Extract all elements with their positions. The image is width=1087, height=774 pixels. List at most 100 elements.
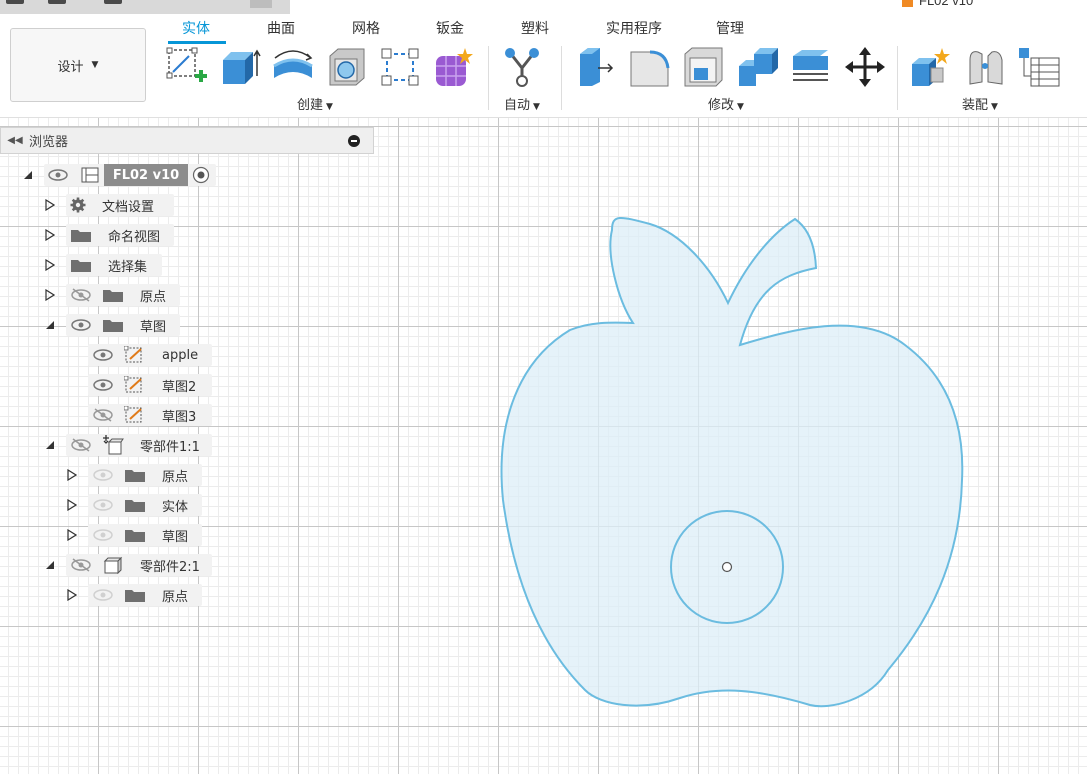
pattern-icon [381, 48, 419, 86]
tab-sheet-metal[interactable]: 钣金 [436, 18, 464, 38]
tab-plastic[interactable]: 塑料 [521, 18, 549, 38]
automated-modeling-button[interactable] [500, 44, 544, 90]
expand-triangle-icon[interactable] [44, 258, 56, 272]
tree-node[interactable]: apple [0, 344, 212, 366]
press-pull-button[interactable] [573, 44, 617, 90]
combine-icon [739, 48, 778, 86]
visibility-eye-icon[interactable] [71, 318, 91, 332]
tab-surface[interactable]: 曲面 [267, 18, 295, 38]
automated-modeling-icon [505, 48, 539, 87]
tree-node[interactable]: 原点 [0, 284, 180, 306]
visibility-eye-icon[interactable] [93, 588, 113, 602]
tree-node[interactable]: 文档设置 [0, 194, 180, 216]
tree-node-label: apple [162, 347, 199, 363]
visibility-eye-icon[interactable] [93, 348, 113, 362]
expand-triangle-icon[interactable] [44, 198, 56, 212]
modify-menu[interactable]: 修改 ▼ [708, 94, 744, 113]
grid-menu-icon[interactable] [6, 0, 24, 4]
shell-modify-button[interactable] [681, 44, 725, 90]
tree-node[interactable]: 零部件1:1 [0, 434, 212, 456]
tree-node[interactable]: 零部件2:1 [0, 554, 212, 576]
root-label[interactable]: FL02 v10 [104, 164, 188, 186]
sketch-icon [123, 405, 144, 423]
chevron-down-icon: ▼ [737, 102, 744, 112]
collapse-panel-icon[interactable]: ◀◀ [1, 135, 29, 146]
revolve-icon [273, 50, 313, 78]
home-icon[interactable] [250, 0, 272, 8]
folder-icon [70, 257, 91, 273]
expand-triangle-icon[interactable] [66, 498, 78, 512]
visibility-hidden-icon[interactable] [71, 558, 91, 572]
assemble-menu[interactable]: 装配 ▼ [962, 94, 998, 113]
expand-triangle-icon[interactable] [44, 228, 56, 242]
document-cube-icon [902, 0, 913, 8]
tree-node[interactable]: 实体 [0, 494, 212, 516]
visibility-hidden-icon[interactable] [93, 408, 113, 422]
document-title[interactable]: FL02 v10 [902, 0, 973, 8]
chevron-down-icon: ▼ [533, 102, 540, 112]
new-component-button[interactable] [909, 44, 953, 90]
bill-of-materials-button[interactable] [1017, 44, 1061, 90]
tree-node[interactable]: 草图2 [0, 374, 212, 396]
visibility-eye-icon[interactable] [48, 168, 68, 182]
activate-radio-icon[interactable] [192, 166, 210, 184]
create-form-icon [436, 48, 473, 86]
workspace-switcher-button[interactable]: 设计 ▼ [10, 28, 146, 102]
shell-modify-icon [684, 47, 723, 87]
shell-button[interactable] [325, 44, 369, 90]
tree-node[interactable]: 草图 [0, 314, 180, 336]
save-icon[interactable] [104, 0, 122, 4]
automate-menu[interactable]: 自动 ▼ [504, 94, 540, 113]
expand-triangle-icon[interactable] [66, 468, 78, 482]
collapse-triangle-icon[interactable] [44, 558, 56, 572]
folder-icon [124, 497, 145, 513]
visibility-eye-icon[interactable] [93, 468, 113, 482]
fillet-button[interactable] [628, 44, 672, 90]
offset-face-button[interactable] [789, 44, 833, 90]
tab-solid[interactable]: 实体 [182, 18, 210, 38]
tree-node-label: 草图 [140, 319, 167, 335]
tree-node-label: 原点 [162, 469, 189, 485]
pattern-button[interactable] [378, 44, 422, 90]
shell-icon [329, 48, 365, 86]
file-menu-icon[interactable] [48, 0, 66, 4]
collapse-triangle-icon[interactable] [44, 438, 56, 452]
create-menu[interactable]: 创建 ▼ [297, 94, 333, 113]
tab-utilities[interactable]: 实用程序 [606, 18, 662, 38]
folder-icon [102, 317, 123, 333]
expand-triangle-icon[interactable] [44, 288, 56, 302]
combine-button[interactable] [735, 44, 779, 90]
visibility-eye-icon[interactable] [93, 498, 113, 512]
joint-button[interactable] [964, 44, 1008, 90]
chevron-down-icon: ▼ [326, 102, 333, 112]
move-copy-button[interactable] [843, 44, 887, 90]
tree-node-label: 零部件1:1 [140, 439, 200, 455]
move-copy-icon [845, 47, 885, 87]
minimize-panel-icon[interactable] [348, 135, 360, 147]
create-sketch-button[interactable] [164, 44, 208, 90]
tree-node-label: 草图3 [162, 409, 197, 425]
visibility-hidden-icon[interactable] [71, 288, 91, 302]
new-component-icon [912, 48, 950, 86]
tree-node[interactable]: 原点 [0, 584, 212, 606]
expand-triangle-icon[interactable] [66, 528, 78, 542]
revolve-button[interactable] [271, 44, 315, 90]
tree-node-label: 草图2 [162, 379, 197, 395]
visibility-hidden-icon[interactable] [71, 438, 91, 452]
extrude-button[interactable] [218, 44, 262, 90]
visibility-eye-icon[interactable] [93, 378, 113, 392]
expand-triangle-icon[interactable] [66, 588, 78, 602]
sketch-center-point[interactable] [721, 561, 733, 573]
tab-mesh[interactable]: 网格 [352, 18, 380, 38]
apple-profile[interactable] [500, 217, 964, 708]
visibility-eye-icon[interactable] [93, 528, 113, 542]
tree-node[interactable]: 选择集 [0, 254, 180, 276]
tree-node[interactable]: 原点 [0, 464, 212, 486]
tree-node[interactable]: 草图3 [0, 404, 212, 426]
expand-triangle-icon[interactable] [22, 168, 34, 182]
tab-manage[interactable]: 管理 [716, 18, 744, 38]
tree-node[interactable]: 草图 [0, 524, 212, 546]
tree-node[interactable]: 命名视图 [0, 224, 180, 246]
create-form-button[interactable] [431, 44, 475, 90]
collapse-triangle-icon[interactable] [44, 318, 56, 332]
